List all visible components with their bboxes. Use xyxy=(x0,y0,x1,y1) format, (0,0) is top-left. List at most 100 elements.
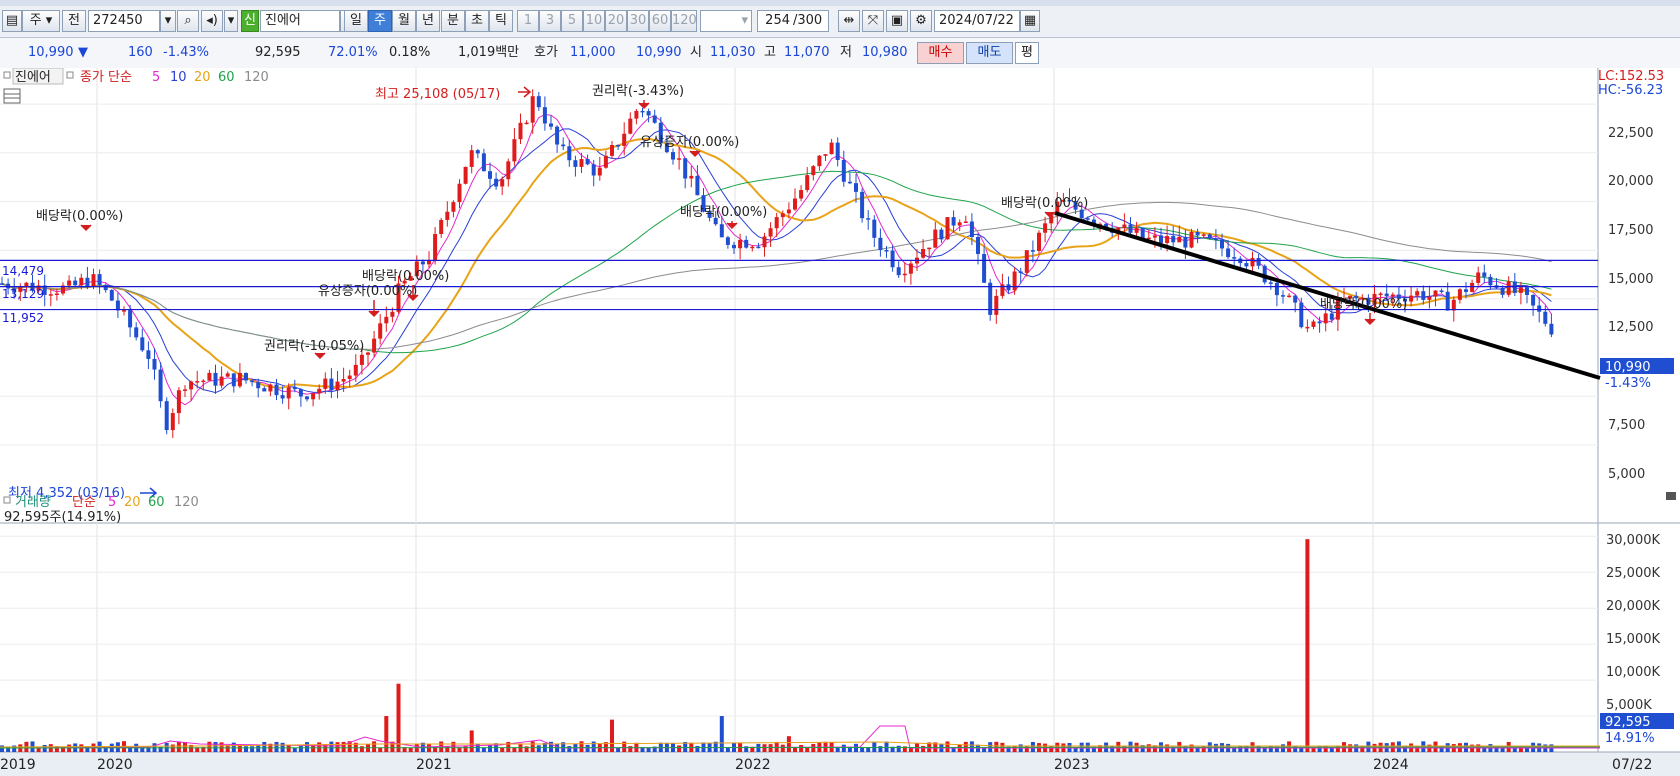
data-count-input[interactable]: 254 xyxy=(757,10,793,32)
candle-body xyxy=(921,248,926,258)
candle-body xyxy=(927,247,932,250)
candle-body xyxy=(1165,236,1170,244)
event-label: 배당락(0.00%) xyxy=(362,269,449,284)
legend-ma20: 20 xyxy=(194,70,211,85)
search-icon[interactable]: ⌕ xyxy=(177,10,199,32)
volume-bar xyxy=(500,747,505,752)
candle-body xyxy=(79,277,84,286)
price-info-bar: 10,990 ▼ 160 -1.43% 92,595 72.01% 0.18% … xyxy=(0,38,1680,69)
zoom-out-icon[interactable]: ⤧ xyxy=(862,10,884,32)
period-second[interactable]: 초 xyxy=(465,10,489,32)
candle-body xyxy=(103,285,108,291)
date-input[interactable]: 2024/07/22 xyxy=(934,10,1020,32)
candle-body xyxy=(1226,248,1231,258)
candle-body xyxy=(579,159,584,167)
interval-30[interactable]: 30 xyxy=(627,10,649,32)
period-week[interactable]: 주 xyxy=(368,10,392,32)
stock-code-input[interactable]: 272450 xyxy=(88,10,160,32)
candle-body xyxy=(530,96,535,123)
open-label: 시 xyxy=(690,45,702,60)
candle-body xyxy=(860,191,865,219)
candle-body xyxy=(567,146,572,161)
candle-body xyxy=(1482,272,1487,277)
prev-code-button[interactable]: 전 xyxy=(62,10,86,32)
volume-bar xyxy=(445,746,450,752)
candle-body xyxy=(640,110,645,113)
candle-body xyxy=(237,372,242,387)
candle-body xyxy=(274,384,279,396)
candle-body xyxy=(1146,237,1151,240)
vol-y-tick: 20,000K xyxy=(1606,599,1660,614)
volume-panel-collapse-icon[interactable] xyxy=(1666,492,1676,500)
volume-bar xyxy=(42,744,47,752)
stock-chart[interactable]: 배당락(0.00%)권리락(-10.05%)유상증자(0.00%)배당락(0.0… xyxy=(0,68,1680,776)
candle-body xyxy=(152,358,157,370)
candle-body xyxy=(1311,321,1316,327)
interval-3[interactable]: 3 xyxy=(539,10,561,32)
trade-volume: 92,595 xyxy=(255,45,301,60)
volume-bar xyxy=(762,744,767,752)
table-view-icon[interactable] xyxy=(3,88,21,104)
volume-bar xyxy=(786,736,791,752)
interval-60[interactable]: 60 xyxy=(649,10,671,32)
candle-body xyxy=(982,254,987,283)
y-tick: 5,000 xyxy=(1608,467,1645,482)
event-label: 유상증자(0.00%) xyxy=(318,284,417,299)
interval-1[interactable]: 1 xyxy=(517,10,539,32)
candle-body xyxy=(1476,272,1481,283)
save-icon[interactable]: ▣ xyxy=(886,10,908,32)
period-day[interactable]: 일 xyxy=(344,10,368,32)
volume-bar xyxy=(488,745,492,752)
volume-bar xyxy=(207,741,212,752)
sound-icon[interactable]: ◂) xyxy=(201,10,223,32)
volume-bar xyxy=(213,742,218,752)
candle-body xyxy=(225,373,230,377)
candle-body xyxy=(1506,281,1511,295)
period-year[interactable]: 년 xyxy=(416,10,440,32)
candle-body xyxy=(24,282,29,287)
candle-body xyxy=(1244,263,1249,267)
interval-120[interactable]: 120 xyxy=(671,10,697,32)
candle-body xyxy=(54,293,59,296)
interval-5[interactable]: 5 xyxy=(561,10,583,32)
chart-toolbar: ▤ 주 ▾ 전 272450 ▾ ⌕ ◂) ▾ 신 진에어 ▾ 일 주 월 년 … xyxy=(0,6,1680,38)
candle-body xyxy=(799,190,804,199)
candle-body xyxy=(725,237,730,245)
volume-bar xyxy=(396,683,401,752)
candle-body xyxy=(933,229,938,248)
candle-body xyxy=(573,160,578,167)
calendar-icon[interactable]: ▦ xyxy=(1020,10,1040,32)
volume-bar xyxy=(262,741,267,752)
evaluate-button[interactable]: 평 xyxy=(1015,42,1039,64)
candle-body xyxy=(1287,295,1292,298)
custom-interval-select[interactable]: ▾ xyxy=(700,10,752,32)
candle-body xyxy=(420,261,425,265)
candle-body xyxy=(311,393,316,400)
period-minute[interactable]: 분 xyxy=(441,10,465,32)
volume-bar xyxy=(695,745,700,752)
settings-gear-icon[interactable]: ⚙ xyxy=(910,10,932,32)
candle-body xyxy=(134,327,139,338)
vol-y-tick: 15,000K xyxy=(1606,632,1660,647)
volume-bar xyxy=(298,746,303,752)
interval-20[interactable]: 20 xyxy=(605,10,627,32)
x-label: 2022 xyxy=(735,757,771,773)
candle-body xyxy=(122,310,126,312)
market-type-select[interactable]: 주 ▾ xyxy=(22,10,60,32)
candle-body xyxy=(610,145,614,156)
candle-body xyxy=(341,378,346,382)
code-dropdown-arrow[interactable]: ▾ xyxy=(160,10,176,32)
volume-bar xyxy=(921,745,926,752)
zoom-in-icon[interactable]: ⇹ xyxy=(838,10,860,32)
period-month[interactable]: 월 xyxy=(392,10,416,32)
sell-button[interactable]: 매도 xyxy=(966,42,1013,64)
stock-name-field[interactable]: 진에어 xyxy=(260,10,340,32)
candle-body xyxy=(262,388,267,392)
x-axis-bar xyxy=(0,752,1680,776)
interval-10[interactable]: 10 xyxy=(583,10,605,32)
sound-dropdown-arrow[interactable]: ▾ xyxy=(224,10,238,32)
chart-menu-icon[interactable]: ▤ xyxy=(2,10,22,32)
buy-button[interactable]: 매수 xyxy=(917,42,964,64)
volume-bar xyxy=(799,744,804,752)
period-tick[interactable]: 틱 xyxy=(489,10,513,32)
